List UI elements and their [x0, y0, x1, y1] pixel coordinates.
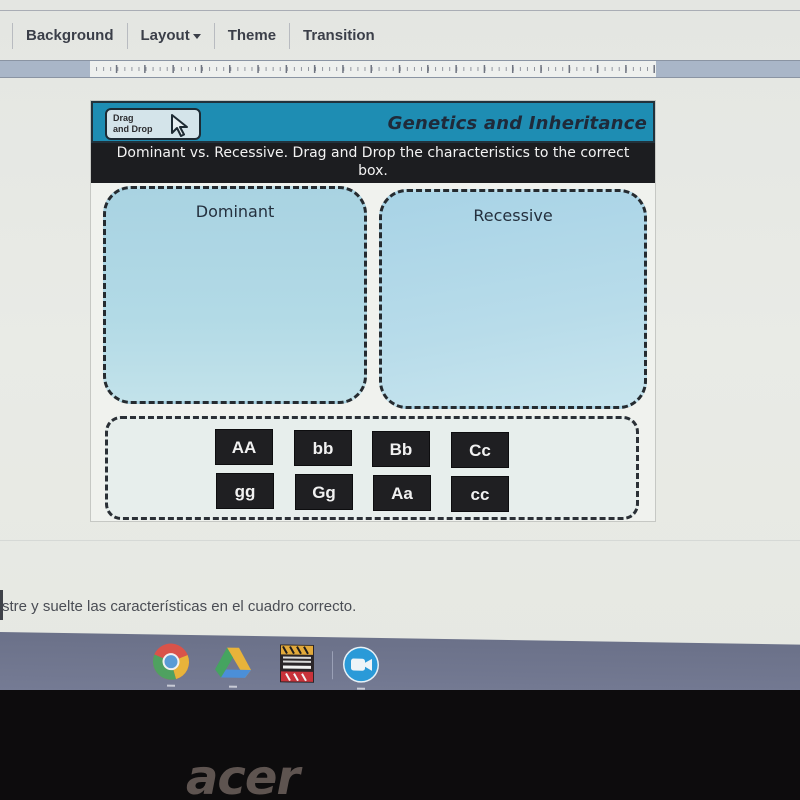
chromeos-shelf [0, 632, 800, 690]
tile-AA[interactable]: AA [215, 429, 273, 465]
ruler-track [0, 60, 800, 78]
activity-header: Drag and Drop Genetics and Inheritance [91, 101, 655, 143]
brand-logo: acer [186, 750, 300, 800]
theme-label: Theme [227, 27, 277, 44]
tile-bb[interactable]: bb [294, 430, 352, 466]
running-indicator [167, 684, 175, 687]
activity-title: Genetics and Inheritance [387, 113, 647, 134]
spanish-prompt: stre y suelte las características en el … [2, 598, 357, 615]
google-drive-icon [215, 647, 251, 678]
drag-and-drop-activity: Drag and Drop Genetics and Inheritance D… [90, 100, 656, 522]
running-indicator [229, 685, 237, 688]
tile-Cc[interactable]: Cc [451, 432, 509, 468]
tile-bank[interactable]: AA bb Bb Cc gg Gg Aa cc [105, 416, 639, 520]
theme-button[interactable]: Theme [215, 27, 289, 44]
chrome-icon [152, 643, 190, 680]
horizontal-ruler[interactable] [90, 61, 656, 77]
tile-Aa[interactable]: Aa [373, 475, 431, 511]
tile-cc[interactable]: cc [451, 476, 509, 512]
shelf-divider [332, 651, 333, 680]
badge-text: Drag and Drop [113, 113, 167, 135]
tile-Bb[interactable]: Bb [372, 431, 430, 467]
badge-text-line2: and Drop [113, 124, 153, 134]
divider-line [0, 540, 800, 541]
shelf-app-drive[interactable] [214, 643, 252, 688]
msde-education-icon [280, 644, 314, 683]
layout-label: Layout [140, 27, 190, 44]
screen: Background Layout Theme Transition Drag … [0, 0, 800, 690]
shelf-app-zoom[interactable] [342, 645, 380, 690]
shelf-app-chrome[interactable] [152, 642, 190, 687]
activity-instruction: Dominant vs. Recessive. Drag and Drop th… [91, 143, 655, 183]
zoom-video-icon [343, 646, 379, 683]
tile-Gg[interactable]: Gg [295, 474, 353, 510]
badge-text-line1: Drag [113, 113, 134, 123]
laptop-bezel [0, 690, 800, 800]
background-button[interactable]: Background [13, 27, 127, 44]
recessive-drop-zone[interactable]: Recessive [379, 189, 647, 409]
cursor-arrow-icon [171, 114, 188, 137]
background-label: Background [26, 27, 114, 44]
dominant-drop-zone[interactable]: Dominant [103, 186, 367, 404]
transition-button[interactable]: Transition [290, 27, 388, 44]
tile-gg[interactable]: gg [216, 473, 274, 509]
caret-down-icon [192, 34, 201, 39]
slide-toolbar: Background Layout Theme Transition [0, 10, 800, 60]
shelf-app-msde[interactable] [280, 644, 314, 683]
dominant-zone-label: Dominant [195, 202, 275, 221]
drag-and-drop-badge: Drag and Drop [105, 108, 201, 140]
layout-dropdown[interactable]: Layout [128, 27, 214, 44]
recessive-zone-label: Recessive [473, 206, 553, 225]
transition-label: Transition [303, 27, 375, 44]
